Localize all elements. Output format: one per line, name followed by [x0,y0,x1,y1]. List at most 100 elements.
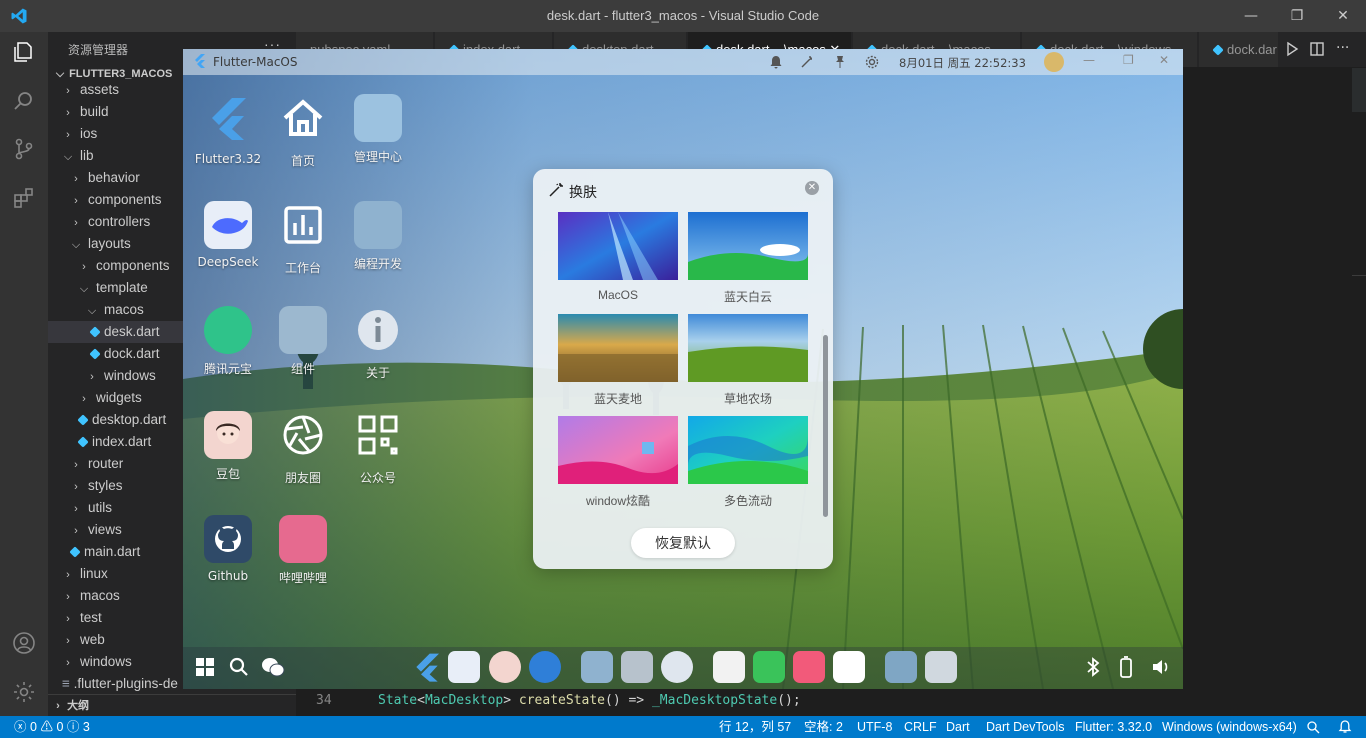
dialog-scrollbar[interactable] [823,335,828,517]
run-icon[interactable] [1284,41,1300,57]
tree-item-label: router [88,456,124,471]
dock-doubao[interactable] [489,651,521,683]
line-ending[interactable]: CRLF [904,716,937,738]
restore-default-button[interactable]: 恢复默认 [631,528,735,558]
language-mode[interactable]: Dart [946,716,970,738]
skin-thumb-farm[interactable] [688,314,808,382]
tree-item-label: widgets [96,390,142,405]
dock-deepseek[interactable] [448,651,480,683]
indentation[interactable]: 空格: 2 [804,716,843,738]
wechat-icon[interactable] [261,656,285,678]
code-line[interactable]: 34 State<MacDesktop> createState() => _M… [296,690,1366,712]
explorer-icon[interactable] [12,40,36,64]
window-title: desk.dart - flutter3_macos - Visual Stud… [546,8,820,23]
activity-bar [0,32,48,716]
tree-item-label: components [88,192,162,207]
app-maximize-button[interactable]: ❐ [1123,53,1134,67]
admin-icon [354,94,402,142]
pin-icon[interactable] [833,55,847,69]
taskbar-dock [183,647,1183,689]
desk-icon-bilibili[interactable]: 哔哩哔哩 [268,515,338,586]
dock-workbench[interactable] [621,651,653,683]
bell-icon[interactable] [769,55,783,69]
skin-label: 多色流动 [723,494,772,508]
outline-section[interactable]: › 大纲 [48,694,296,716]
bluetooth-icon[interactable] [1085,657,1101,677]
dock-dev[interactable] [581,651,613,683]
tree-item-label: lib [80,148,94,163]
dock-music[interactable] [793,651,825,683]
tree-item-label: assets [80,82,120,97]
search-icon[interactable] [229,657,249,677]
desk-icon-about[interactable]: 关于 [343,306,413,381]
encoding[interactable]: UTF-8 [857,716,892,738]
tree-item-label: template [96,280,148,295]
tab-dock-more[interactable]: dock.dar [1199,32,1279,67]
tree-item-label: index.dart [92,434,152,449]
skin-thumb-wheat-field[interactable] [558,314,678,382]
dart-file-icon [77,436,89,448]
account-icon[interactable] [12,631,36,655]
desk-icon-flutter[interactable]: Flutter3.32 [193,94,263,166]
windows-start-icon[interactable] [195,657,215,677]
dock-safari[interactable] [529,651,561,683]
cursor-position[interactable]: 行 12，列 57 [719,716,791,738]
magic-wand-icon[interactable] [800,55,814,69]
desk-icon-deepseek[interactable]: DeepSeek [193,201,263,269]
desk-icon-workbench[interactable]: 工作台 [268,201,338,276]
avatar[interactable] [1044,52,1064,72]
settings-icon[interactable] [865,55,879,69]
desk-icon-moments[interactable]: 朋友圈 [268,411,338,486]
volume-icon[interactable] [1151,657,1171,677]
search-icon[interactable] [12,89,36,113]
desk-icon-official[interactable]: 公众号 [343,411,413,486]
tree-item-label: ios [80,126,98,141]
source-control-icon[interactable] [12,137,36,161]
split-editor-icon[interactable] [1309,41,1325,57]
extensions-icon[interactable] [12,186,36,210]
app-minimize-button[interactable]: — [1083,53,1095,67]
desk-icon-widgets[interactable]: 组件 [268,306,338,377]
settings-gear-icon[interactable] [12,680,36,704]
skin-label: MacOS [597,288,638,302]
desk-icon-yuanbao[interactable]: 腾讯元宝 [193,306,263,377]
dock-flutter[interactable] [411,651,443,683]
close-button[interactable]: ✕ [1320,0,1366,32]
desk-icon-dev[interactable]: 编程开发 [343,201,413,272]
skin-thumb-flow[interactable] [688,416,808,484]
skin-thumb-macos[interactable] [558,212,678,280]
problems-indicator[interactable]: ⓧ 0 ⚠ 0 ⓘ 3 [14,716,90,738]
skin-thumb-blue-sky[interactable] [688,212,808,280]
dock-widgets[interactable] [885,651,917,683]
dock-calendar[interactable] [833,651,865,683]
desk-icon-doubao[interactable]: 豆包 [193,411,263,482]
feedback-icon[interactable] [1306,720,1320,734]
dock-photos[interactable] [713,651,745,683]
dart-devtools[interactable]: Dart DevTools [986,716,1065,738]
tree-item-label: desk.dart [104,324,160,339]
explorer-header: 资源管理器 [68,43,129,57]
title-bar: desk.dart - flutter3_macos - Visual Stud… [0,0,1366,32]
tree-item-label: layouts [88,236,131,251]
info-icon: ⓘ [66,720,80,734]
dock-about[interactable] [661,651,693,683]
editor-more-icon[interactable]: ··· [1336,40,1349,56]
device-selector[interactable]: Windows (windows-x64) [1162,716,1297,738]
app-close-button[interactable]: ✕ [1159,53,1169,67]
tree-item-label: macos [104,302,144,317]
notifications-bell-icon[interactable] [1338,720,1352,734]
flutter-version[interactable]: Flutter: 3.32.0 [1075,716,1152,738]
dialog-close-button[interactable]: ✕ [805,181,819,195]
flutter-icon [212,98,246,140]
minimap-slider[interactable] [1352,68,1366,112]
desk-icon-home[interactable]: 首页 [268,94,338,169]
battery-icon[interactable] [1119,656,1133,678]
dock-trash[interactable] [925,651,957,683]
skin-thumb-windows[interactable] [558,416,678,484]
dock-facetime[interactable] [753,651,785,683]
restore-button[interactable]: ❐ [1274,0,1320,32]
minimize-button[interactable]: — [1228,0,1274,32]
tree-item-label: controllers [88,214,151,229]
desk-icon-admin[interactable]: 管理中心 [343,94,413,165]
desk-icon-github[interactable]: Github [193,515,263,583]
